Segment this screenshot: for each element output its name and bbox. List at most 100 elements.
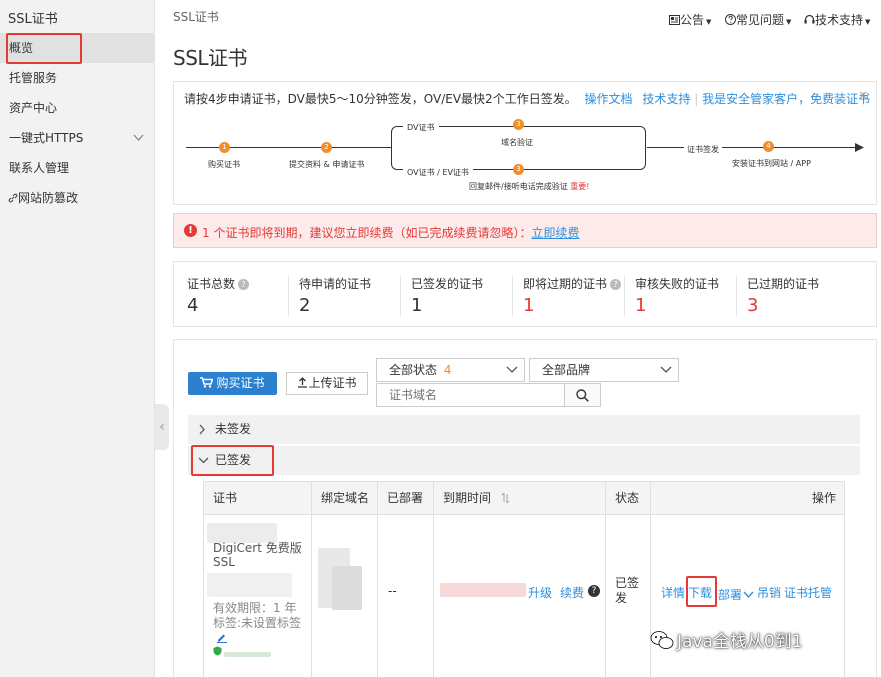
dv-label: DV证书 (407, 123, 435, 132)
cert-domain-search-input[interactable] (376, 383, 565, 407)
group-issued[interactable]: 已签发 (188, 446, 860, 475)
cert-status: 已签发 (615, 576, 640, 605)
stat-value: 1 (635, 295, 647, 316)
domain-verify-label: 域名验证 (501, 138, 533, 147)
deployed-value: -- (388, 584, 397, 598)
sidebar-title: SSL证书 (8, 12, 58, 27)
security-customer-link[interactable]: 我是安全管家客户，免费装证书 (702, 92, 870, 106)
col-header-status: 状态 (606, 482, 651, 514)
sidebar-item-label: 资产中心 (9, 101, 58, 115)
help-icon[interactable]: ? (238, 279, 250, 290)
stat-value: 1 (411, 295, 423, 316)
stat-label: 证书总数 (187, 277, 236, 291)
stat-expiring[interactable]: 即将过期的证书? 1 (510, 262, 622, 328)
stat-value: 2 (299, 295, 311, 316)
cert-hosting-link[interactable]: 证书托管 (784, 584, 832, 601)
sort-icon (501, 492, 510, 504)
highlight-overview (6, 33, 82, 64)
col-header-domain: 绑定域名 (312, 482, 378, 514)
stat-total[interactable]: 证书总数? 4 (174, 262, 286, 328)
announcement-icon (669, 15, 680, 25)
faq-menu[interactable]: 常见问题 ▼ (725, 11, 791, 28)
brand-select[interactable]: 全部品牌 (529, 358, 679, 382)
close-icon[interactable]: × (858, 88, 868, 102)
page-title: SSL证书 (173, 46, 248, 70)
sidebar: SSL证书 概览 托管服务 资产中心 一键式HTTPS 联系人管理 网站防篡改 (0, 0, 155, 677)
docs-link[interactable]: 操作文档 (585, 92, 633, 106)
breadcrumb: SSL证书 (173, 10, 219, 24)
sidebar-item-label: 网站防篡改 (18, 191, 79, 205)
cert-issue-label: 证书签发 (687, 145, 719, 154)
step-3-ov-badge: 3 (513, 164, 524, 175)
status-count-badge: 4 (443, 363, 452, 377)
col-header-cert: 证书 (204, 482, 312, 514)
support-label: 技术支持 (815, 13, 864, 27)
watermark-text: Java全栈从0到1 (677, 632, 803, 652)
steps-intro-text: 请按4步申请证书，DV最快5～10分钟签发，OV/EV最快2个工作日签发。 (184, 92, 577, 106)
stat-issued[interactable]: 已签发的证书 1 (398, 262, 510, 328)
upload-icon (298, 377, 308, 388)
help-icon[interactable]: ? (610, 279, 622, 290)
announcements-menu[interactable]: 公告 ▼ (669, 11, 711, 28)
alert-text: 1 个证书即将到期，建议您立即续费（如已完成续费请忽略）： (202, 226, 532, 240)
col-header-expiry[interactable]: 到期时间 (434, 482, 606, 514)
stat-pending[interactable]: 待申请的证书 2 (286, 262, 398, 328)
edit-tag-icon[interactable] (216, 632, 228, 643)
stat-expired[interactable]: 已过期的证书 3 (734, 262, 874, 328)
upload-cert-label: 上传证书 (308, 376, 357, 390)
chevron-down-icon (506, 366, 518, 373)
faq-label: 常见问题 (736, 13, 785, 27)
steps-panel: 请按4步申请证书，DV最快5～10分钟签发，OV/EV最快2个工作日签发。 操作… (173, 81, 877, 205)
status-select[interactable]: 全部状态 4 (376, 358, 525, 382)
deploy-link[interactable]: 部署 (718, 586, 754, 603)
renew-link[interactable]: 续费 (560, 584, 584, 601)
detail-link[interactable]: 详情 (661, 584, 685, 601)
chevron-down-icon (743, 591, 754, 599)
brand-select-value: 全部品牌 (542, 363, 591, 377)
step-1-badge: 1 (219, 142, 230, 153)
cert-tag: 标签:未设置标签 (213, 616, 302, 630)
sidebar-item-hosting[interactable]: 托管服务 (0, 63, 155, 93)
chevron-down-icon (133, 134, 144, 141)
stat-failed[interactable]: 审核失败的证书 1 (622, 262, 734, 328)
sidebar-item-contacts[interactable]: 联系人管理 (0, 153, 155, 183)
step-3-dv-badge: 3 (513, 119, 524, 130)
status-select-value: 全部状态 (389, 363, 438, 377)
help-icon[interactable]: ? (588, 585, 600, 597)
alert-icon: ! (184, 224, 197, 237)
search-button[interactable] (564, 383, 601, 407)
sidebar-item-https[interactable]: 一键式HTTPS (0, 123, 155, 153)
shield-icon (213, 646, 222, 656)
steps-intro: 请按4步申请证书，DV最快5～10分钟签发，OV/EV最快2个工作日签发。 操作… (184, 90, 870, 107)
stat-label: 待申请的证书 (299, 277, 372, 291)
step-4-label: 安装证书到网站 / APP (732, 159, 811, 168)
renew-now-link[interactable]: 立即续费 (531, 226, 579, 240)
buy-cert-label: 购买证书 (216, 376, 265, 390)
sidebar-item-assets[interactable]: 资产中心 (0, 93, 155, 123)
blurred-cert-id (207, 523, 277, 543)
sidebar-collapse-handle[interactable]: ‹ (155, 404, 169, 450)
watermark: Java全栈从0到1 (650, 627, 803, 652)
chevron-right-icon (199, 424, 205, 435)
sidebar-item-label: 一键式HTTPS (9, 131, 84, 145)
sidebar-item-tamper[interactable]: 网站防篡改 (0, 183, 155, 213)
support-link[interactable]: 技术支持 (642, 92, 690, 106)
stat-value: 1 (523, 295, 535, 316)
col-header-deployed: 已部署 (378, 482, 434, 514)
revoke-link[interactable]: 吊销 (757, 584, 781, 601)
group-unissued[interactable]: 未签发 (188, 415, 860, 444)
announcements-label: 公告 (680, 13, 705, 27)
flow-line-left (186, 147, 391, 148)
link-icon (8, 193, 18, 203)
support-menu[interactable]: 技术支持 ▼ (804, 11, 870, 28)
upgrade-link[interactable]: 升级 (528, 584, 552, 601)
blurred-expiry (440, 583, 526, 597)
step-4-badge: 4 (763, 141, 774, 152)
buy-cert-button[interactable]: 购买证书 (188, 372, 277, 395)
stats-panel: 证书总数? 4 待申请的证书 2 已签发的证书 1 即将过期的证书? 1 审核失… (173, 261, 877, 327)
link-separator: | (694, 92, 699, 106)
upload-cert-button[interactable]: 上传证书 (286, 372, 368, 395)
sidebar-item-label: 联系人管理 (9, 161, 70, 175)
callback-verify-label: 回复邮件/接听电话完成验证 重要! (469, 182, 590, 191)
cart-icon (200, 377, 214, 388)
